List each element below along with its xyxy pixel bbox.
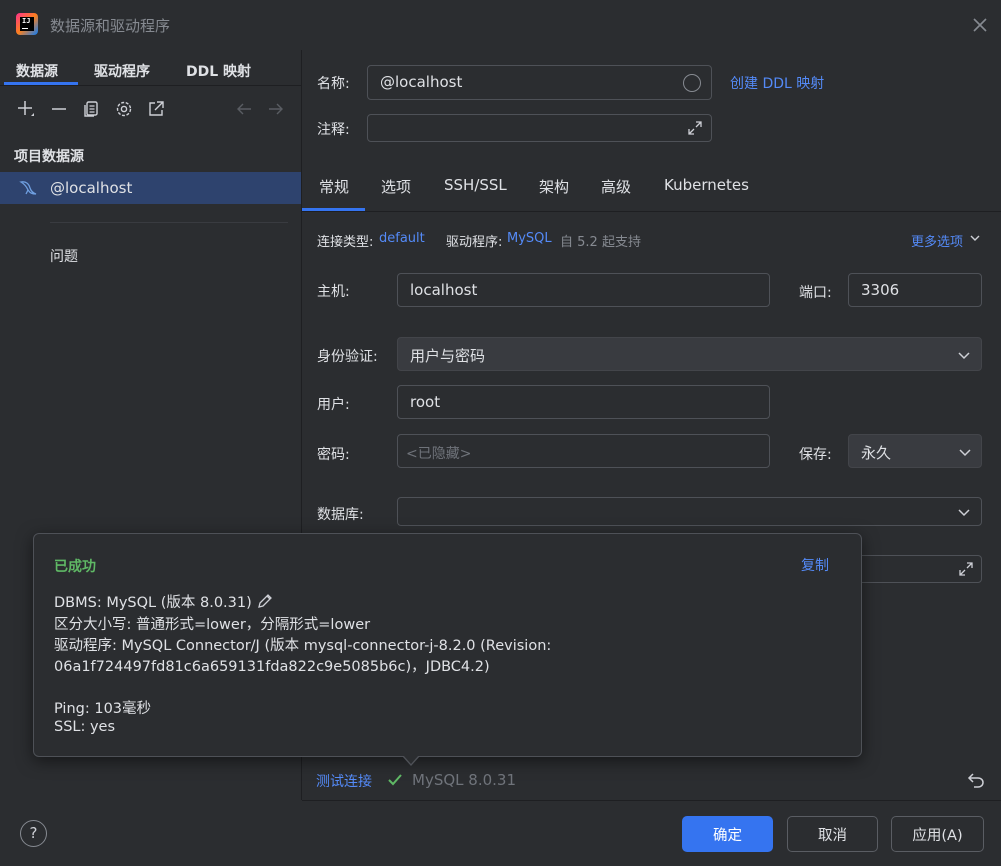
popup-driver-2: 06a1f724497fd81c6a659131fda822c9e5085b6c… — [54, 659, 490, 675]
minus-icon[interactable] — [48, 98, 70, 120]
cancel-button[interactable]: 取消 — [787, 816, 878, 852]
conn-type-label: 连接类型: — [317, 235, 374, 250]
auth-select[interactable]: 用户与密码 — [397, 337, 982, 371]
chevron-down-icon[interactable] — [968, 231, 982, 249]
popup-dbms: DBMS: MySQL (版本 8.0.31) — [54, 595, 252, 611]
color-circle-icon[interactable] — [683, 74, 701, 92]
port-field[interactable]: 3306 — [848, 273, 982, 307]
user-field-value: root — [410, 393, 441, 411]
tab-general[interactable]: 常规 — [319, 176, 349, 197]
ok-button[interactable]: 确定 — [682, 816, 773, 852]
tab-kubernetes[interactable]: Kubernetes — [664, 176, 749, 194]
create-ddl-mapping-link[interactable]: 创建 DDL 映射 — [730, 73, 824, 93]
host-field-value: localhost — [410, 281, 478, 299]
save-select-value: 永久 — [861, 444, 892, 462]
save-select[interactable]: 永久 — [848, 434, 982, 468]
driver-support-text: 自 5.2 起支持 — [560, 235, 641, 250]
port-field-value: 3306 — [861, 281, 900, 299]
datasource-item-label: @localhost — [50, 179, 133, 197]
auth-label: 身份验证: — [317, 349, 378, 365]
tab-ddl-mappings[interactable]: DDL 映射 — [186, 61, 251, 81]
datasource-item-localhost[interactable] — [0, 172, 301, 204]
tab-options[interactable]: 选项 — [381, 176, 411, 197]
tab-datasources[interactable]: 数据源 — [16, 61, 58, 81]
popup-ssl: SSL: yes — [54, 719, 116, 735]
expand-icon[interactable] — [957, 560, 975, 582]
window-title: 数据源和驱动程序 — [50, 17, 171, 35]
password-label: 密码: — [317, 447, 350, 463]
copy-icon[interactable] — [80, 98, 102, 120]
name-field-value: @localhost — [380, 73, 463, 91]
tab-schemas[interactable]: 架构 — [539, 176, 569, 197]
driver-link[interactable]: MySQL — [507, 231, 552, 246]
conn-type-link[interactable]: default — [379, 231, 425, 246]
section-title: 项目数据源 — [14, 149, 84, 165]
expand-icon[interactable] — [686, 119, 704, 141]
user-field[interactable]: root — [397, 385, 770, 419]
password-placeholder: <已隐藏> — [406, 446, 472, 462]
gear-icon[interactable] — [113, 98, 135, 120]
help-button[interactable]: ? — [20, 820, 47, 847]
pencil-icon[interactable] — [256, 592, 274, 614]
tab-advanced[interactable]: 高级 — [601, 176, 631, 197]
database-label: 数据库: — [317, 507, 364, 523]
arrow-left-icon[interactable] — [233, 98, 255, 120]
port-label: 端口: — [799, 285, 832, 301]
test-connection-link[interactable]: 测试连接 — [316, 771, 372, 791]
host-label: 主机: — [317, 284, 350, 300]
mysql-dolphin-icon — [18, 178, 38, 198]
arrow-right-icon[interactable] — [265, 98, 287, 120]
user-label: 用户: — [317, 397, 350, 413]
apply-button[interactable]: 应用(A) — [891, 816, 984, 852]
name-field[interactable]: @localhost — [367, 65, 712, 100]
chevron-down-icon — [956, 347, 972, 367]
check-icon — [386, 771, 404, 793]
database-select[interactable] — [397, 497, 982, 526]
comment-label: 注释: — [317, 122, 350, 138]
plus-icon[interactable] — [15, 98, 37, 120]
popup-driver-1: 驱动程序: MySQL Connector/J (版本 mysql-connec… — [54, 638, 552, 654]
tab-drivers[interactable]: 驱动程序 — [94, 61, 150, 81]
issues-item[interactable]: 问题 — [50, 246, 78, 266]
popup-title: 已成功 — [54, 559, 96, 575]
app-logo-icon: IJ — [16, 13, 38, 35]
external-link-icon[interactable] — [145, 98, 167, 120]
comment-field[interactable] — [367, 114, 712, 142]
test-result-text: MySQL 8.0.31 — [412, 771, 516, 789]
auth-select-value: 用户与密码 — [410, 347, 486, 365]
popup-ping: Ping: 103毫秒 — [54, 701, 152, 717]
password-field[interactable]: <已隐藏> — [397, 434, 770, 468]
divider — [50, 222, 288, 223]
close-icon[interactable] — [970, 15, 990, 35]
url-field[interactable] — [850, 555, 982, 583]
popup-case: 区分大小写: 普通形式=lower，分隔形式=lower — [54, 617, 371, 633]
separator — [0, 85, 301, 86]
chevron-down-icon — [957, 444, 973, 464]
save-label: 保存: — [799, 447, 832, 463]
connection-result-popup: 已成功 复制 DBMS: MySQL (版本 8.0.31) 区分大小写: 普通… — [33, 533, 862, 757]
copy-link[interactable]: 复制 — [801, 555, 829, 575]
separator — [302, 211, 1001, 212]
tab-ssh-ssl[interactable]: SSH/SSL — [444, 176, 507, 194]
popup-pointer-fill — [403, 755, 419, 764]
undo-icon[interactable] — [966, 770, 986, 794]
separator — [302, 800, 1001, 801]
driver-label: 驱动程序: — [446, 235, 503, 250]
host-field[interactable]: localhost — [397, 273, 770, 307]
chevron-down-icon — [956, 504, 972, 524]
name-label: 名称: — [317, 76, 350, 92]
more-options-link[interactable]: 更多选项 — [911, 231, 963, 250]
